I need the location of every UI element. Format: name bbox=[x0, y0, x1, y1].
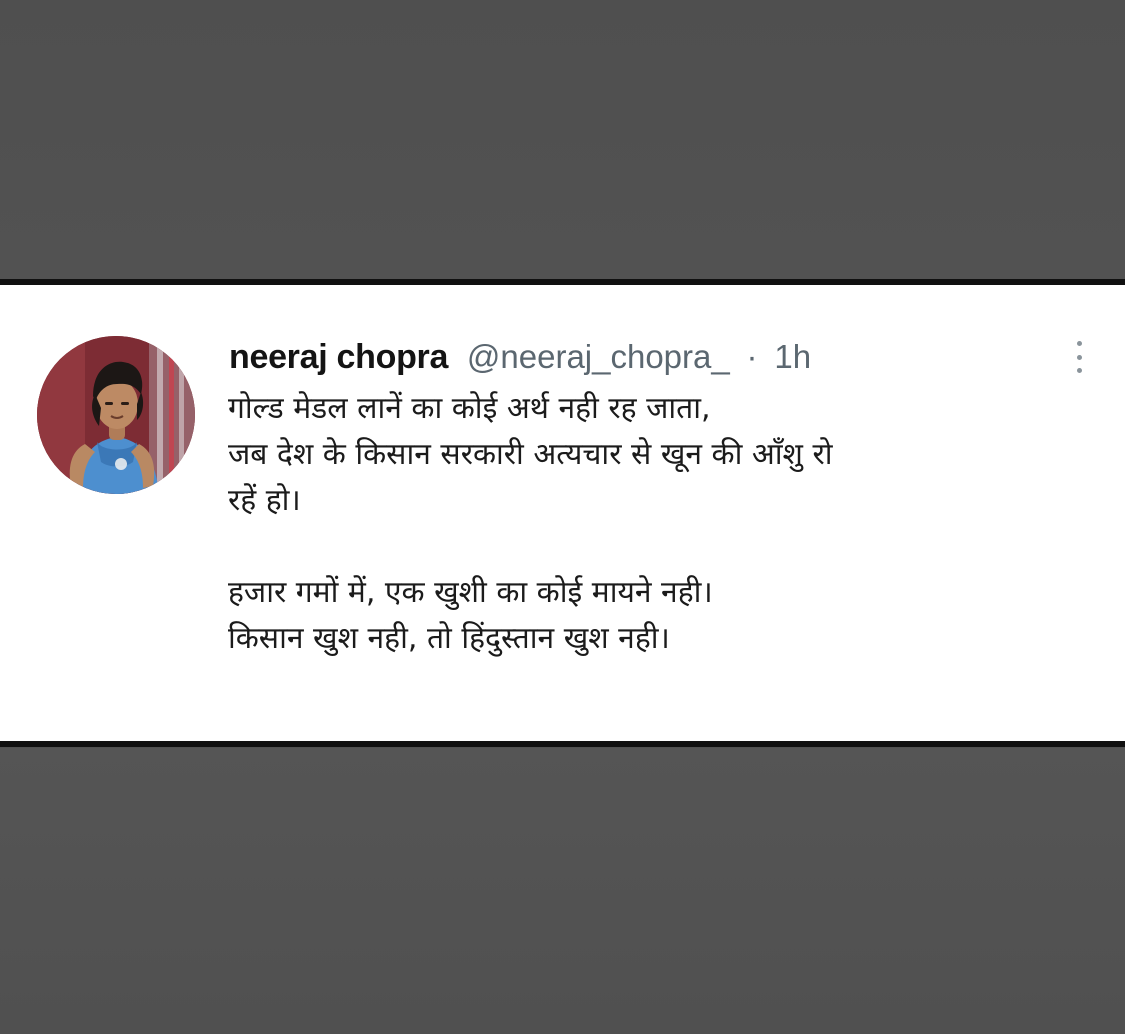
display-name[interactable]: neeraj chopra bbox=[229, 338, 448, 376]
tweet-text-line: किसान खुश नही, तो हिंदुस्तान खुश नही। bbox=[228, 621, 670, 656]
tweet-timestamp[interactable]: 1h bbox=[774, 338, 811, 375]
tweet-text-line: हजार गमों में, एक खुशी का कोई मायने नही। bbox=[228, 575, 713, 610]
screenshot-background-bottom bbox=[0, 748, 1125, 1034]
tweet-header: neeraj chopra @neeraj_chopra_ · 1h bbox=[229, 335, 811, 379]
tweet-text-line: रहें हो। bbox=[228, 483, 301, 518]
more-dot bbox=[1076, 368, 1082, 373]
meta-separator: · bbox=[746, 338, 758, 375]
tweet-text-line: जब देश के किसान सरकारी अत्यचार से खून की… bbox=[228, 437, 833, 472]
tweet-text-line: गोल्ड मेडल लानें का कोई अर्थ नही रह जाता… bbox=[228, 391, 711, 426]
more-dot bbox=[1076, 341, 1082, 346]
tweet-text: गोल्ड मेडल लानें का कोई अर्थ नही रह जाता… bbox=[228, 386, 1098, 662]
avatar-image bbox=[37, 336, 195, 494]
profile-avatar[interactable] bbox=[37, 336, 195, 494]
more-dot bbox=[1076, 354, 1082, 360]
screenshot-background-top bbox=[0, 0, 1125, 280]
more-vertical-icon[interactable] bbox=[1070, 337, 1088, 377]
tweet-card[interactable]: neeraj chopra @neeraj_chopra_ · 1h गोल्ड… bbox=[0, 279, 1125, 747]
user-handle[interactable]: @neeraj_chopra_ bbox=[467, 338, 730, 375]
